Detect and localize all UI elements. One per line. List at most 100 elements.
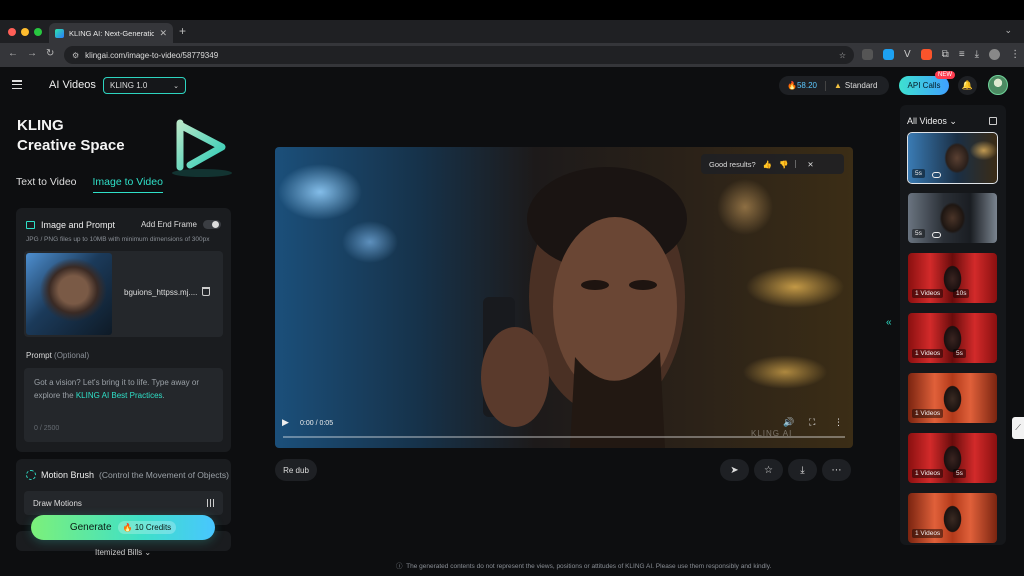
- video-thumbnail[interactable]: 1 Videos: [908, 373, 997, 423]
- motion-brush-icon: [26, 470, 36, 480]
- generate-button[interactable]: Generate 🔥 10 Credits: [31, 515, 215, 540]
- draw-motions-button[interactable]: Draw Motions: [24, 491, 223, 515]
- end-frame-toggle[interactable]: [203, 220, 221, 229]
- kling-favicon-icon: [55, 28, 64, 38]
- extension-icon[interactable]: [862, 49, 873, 60]
- puzzle-extensions-icon[interactable]: ⧉: [942, 49, 949, 60]
- thumbs-up-icon[interactable]: 👍: [763, 160, 772, 169]
- draw-motions-label: Draw Motions: [33, 498, 82, 508]
- extension-icon[interactable]: [883, 49, 894, 60]
- extension-v-icon[interactable]: V: [904, 49, 911, 60]
- video-count-badge: 1 Videos: [912, 349, 944, 358]
- credits-balance: 🔥58.20: [787, 81, 817, 90]
- side-extension-tab[interactable]: ⟋: [1012, 417, 1024, 439]
- minimize-window-button[interactable]: [21, 28, 29, 36]
- model-select[interactable]: KLING 1.0 ⌄: [103, 77, 186, 94]
- new-tab-button[interactable]: +: [179, 24, 186, 38]
- video-thumbnail[interactable]: 1 Videos: [908, 493, 997, 543]
- feedback-bar: Good results? 👍 👎 ✕: [701, 154, 844, 174]
- close-icon[interactable]: ✕: [807, 160, 813, 169]
- prompt-char-counter: 0 / 2500: [34, 425, 60, 432]
- video-thumbnail[interactable]: 1 Videos 5s: [908, 433, 997, 483]
- progress-bar[interactable]: [283, 436, 845, 438]
- uploaded-file-name: bguions_httpss.mj....: [124, 288, 198, 297]
- brand-title: KLING Creative Space: [17, 117, 125, 154]
- credits-pill[interactable]: 🔥58.20 ▲ Standard: [779, 76, 889, 95]
- reload-icon[interactable]: ↻: [46, 48, 54, 59]
- volume-icon[interactable]: 🔊: [783, 417, 794, 428]
- tab-close-icon[interactable]: ✕: [159, 28, 167, 39]
- video-thumbnail[interactable]: 1 Videos 5s: [908, 313, 997, 363]
- forward-icon[interactable]: →: [27, 48, 37, 59]
- url-text: klingai.com/image-to-video/58779349: [85, 50, 219, 60]
- trash-icon[interactable]: [202, 287, 210, 296]
- image-prompt-header: Image and Prompt: [26, 220, 115, 230]
- page-title: AI Videos: [49, 79, 96, 91]
- video-count-badge: 1 Videos: [912, 469, 944, 478]
- video-thumbnail[interactable]: 1 Videos 10s: [908, 253, 997, 303]
- video-history-panel: All Videos ⌄ 5s 5s 1 Videos 10s 1 Videos 5s 1 …: [900, 105, 1006, 545]
- site-info-icon[interactable]: ⚙: [72, 51, 79, 60]
- all-videos-dropdown[interactable]: All Videos ⌄: [907, 116, 957, 127]
- uploaded-image-area[interactable]: bguions_httpss.mj....: [24, 251, 223, 337]
- share-icon[interactable]: ➤: [720, 459, 749, 481]
- tab-search-icon[interactable]: ⌄: [1004, 25, 1012, 36]
- new-badge: NEW: [935, 71, 955, 79]
- divider: [795, 160, 797, 168]
- upload-hint: JPG / PNG files up to 10MB with minimum …: [26, 236, 210, 243]
- add-end-frame-label: Add End Frame: [140, 220, 197, 229]
- chevron-down-icon: ⌄: [173, 82, 179, 90]
- app-header: AI Videos KLING 1.0 ⌄ 🔥58.20 ▲ Standard A…: [0, 67, 1024, 105]
- video-thumbnail[interactable]: 5s: [907, 132, 998, 184]
- tab-image-to-video[interactable]: Image to Video: [92, 176, 163, 193]
- plan-icon: ▲: [834, 81, 842, 90]
- copy-icon[interactable]: [989, 117, 997, 125]
- motion-brush-header: Motion Brush (Control the Movement of Ob…: [26, 470, 229, 480]
- video-player[interactable]: Good results? 👍 👎 ✕ ▶ 0:00 / 0:05 🔊 ⛶ ⋮ …: [275, 147, 853, 448]
- divider: [825, 80, 826, 91]
- sliders-icon: [206, 499, 214, 507]
- generate-credits-badge: 🔥 10 Credits: [117, 521, 177, 534]
- kling-play-logo-icon: [172, 119, 232, 177]
- close-window-button[interactable]: [8, 28, 16, 36]
- video-thumbnail[interactable]: 5s: [908, 193, 997, 243]
- download-icon[interactable]: ⤓: [975, 49, 979, 60]
- player-more-icon[interactable]: ⋮: [834, 417, 843, 428]
- tab-title: KLING AI: Next-Generatio: [69, 28, 155, 38]
- motion-brush-subtitle: (Control the Movement of Objects): [99, 470, 229, 480]
- address-bar[interactable]: ⚙ klingai.com/image-to-video/58779349 ☆: [64, 46, 854, 64]
- maximize-window-button[interactable]: [34, 28, 42, 36]
- feedback-label: Good results?: [709, 159, 756, 169]
- brave-shield-icon[interactable]: [920, 49, 932, 60]
- playback-time: 0:00 / 0:05: [300, 420, 334, 427]
- redub-button[interactable]: Re dub: [275, 459, 317, 481]
- star-icon[interactable]: ☆: [754, 459, 783, 481]
- thumbs-down-icon[interactable]: 👎: [779, 160, 788, 169]
- browser-menu-icon[interactable]: ⋮: [1010, 49, 1020, 60]
- itemized-bills-link[interactable]: Itemized Bills ⌄: [95, 548, 151, 557]
- play-icon[interactable]: ▶: [282, 417, 289, 428]
- prompt-input[interactable]: Got a vision? Let's bring it to life. Ty…: [24, 368, 223, 442]
- back-icon[interactable]: ←: [8, 48, 18, 59]
- more-icon[interactable]: ⋯: [822, 459, 851, 481]
- window-controls: [8, 28, 42, 36]
- download-icon[interactable]: ⤓: [788, 459, 817, 481]
- profile-icon[interactable]: [989, 49, 1001, 60]
- tab-text-to-video[interactable]: Text to Video: [16, 176, 77, 193]
- reading-list-icon[interactable]: ≡: [959, 49, 965, 60]
- prompt-label: Prompt (Optional): [26, 351, 90, 360]
- browser-tab[interactable]: KLING AI: Next-Generatio ✕: [49, 23, 173, 43]
- eye-icon: [932, 172, 941, 178]
- fullscreen-icon[interactable]: ⛶: [809, 417, 815, 428]
- double-chevron-left-icon[interactable]: «: [886, 317, 900, 333]
- browser-toolbar: ← → ↻ ⚙ klingai.com/image-to-video/58779…: [0, 43, 1024, 67]
- video-count-badge: 1 Videos: [912, 529, 944, 538]
- best-practices-link[interactable]: KLING AI Best Practices: [76, 391, 163, 400]
- add-end-frame: Add End Frame: [141, 220, 221, 229]
- bookmark-star-icon[interactable]: ☆: [839, 51, 846, 60]
- image-icon: [26, 221, 35, 229]
- video-count-badge: 1 Videos: [912, 289, 944, 298]
- avatar[interactable]: [988, 75, 1008, 95]
- bell-icon[interactable]: 🔔: [958, 76, 977, 95]
- menu-icon[interactable]: [12, 80, 22, 89]
